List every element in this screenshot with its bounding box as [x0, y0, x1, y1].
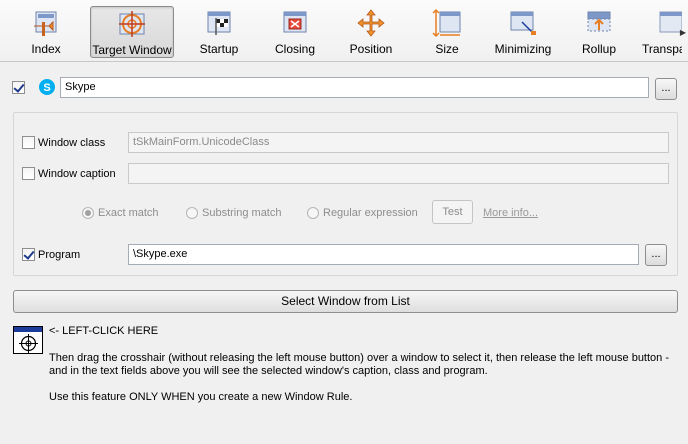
rule-enabled-checkbox[interactable]	[12, 81, 25, 94]
window-finder-tool[interactable]	[13, 326, 43, 354]
program-input[interactable]: \Skype.exe	[128, 244, 639, 265]
size-icon	[432, 8, 461, 38]
toolbar-rollup-button[interactable]: Rollup	[578, 6, 620, 58]
window-caption-label: Window caption	[38, 168, 116, 180]
window-class-input[interactable]: tSkMainForm.UnicodeClass	[128, 132, 669, 153]
window-class-label: Window class	[38, 137, 106, 149]
select-window-from-list-button[interactable]: Select Window from List	[13, 290, 678, 313]
toolbar-startup-button[interactable]: Startup	[196, 6, 242, 58]
toolbar-position-button[interactable]: Position	[348, 6, 394, 58]
toolbar-closing-button[interactable]: Closing	[272, 6, 318, 58]
toolbar-closing-label: Closing	[274, 42, 316, 56]
left-click-here-label: <- LEFT-CLICK HERE	[49, 325, 159, 337]
toolbar-size-button[interactable]: Size	[428, 6, 466, 58]
toolbar-transparency-button[interactable]: Transpa	[642, 6, 682, 58]
window-caption-input[interactable]	[128, 163, 669, 184]
program-browse-button[interactable]: ...	[645, 244, 667, 266]
skype-icon: S	[39, 79, 55, 95]
toolbar-rollup-label: Rollup	[581, 42, 617, 56]
toolbar-minimizing-label: Minimizing	[494, 42, 552, 56]
window-class-checkbox[interactable]	[22, 136, 35, 149]
window-caption-checkbox[interactable]	[22, 167, 35, 180]
minimizing-icon	[510, 11, 536, 35]
toolbar-minimizing-button[interactable]: Minimizing	[494, 6, 552, 58]
more-info-link[interactable]: More info...	[483, 207, 538, 219]
closing-icon	[283, 11, 307, 33]
startup-flag-icon	[207, 11, 231, 35]
toolbar-size-label: Size	[435, 42, 459, 56]
test-button[interactable]: Test	[432, 200, 473, 224]
regular-expression-radio[interactable]	[307, 207, 319, 219]
program-label: Program	[38, 249, 81, 261]
crosshair-icon	[119, 11, 145, 37]
toolbar-startup-label: Startup	[199, 42, 239, 56]
toolbar-target-window-label: Target Window	[92, 43, 172, 57]
finder-instructions-text: Then drag the crosshair (without releasi…	[49, 352, 670, 377]
toolbar-scroll-right-icon[interactable]: ▶	[680, 28, 686, 37]
toolbar-target-window-button[interactable]: Target Window	[90, 6, 174, 58]
index-icon	[34, 11, 57, 36]
rule-browse-button[interactable]: ...	[655, 78, 677, 100]
regular-expression-label: Regular expression	[323, 207, 418, 219]
toolbar-index-label: Index	[31, 42, 61, 56]
substring-match-radio[interactable]	[186, 207, 198, 219]
position-arrows-icon	[357, 9, 385, 37]
finder-note-text: Use this feature ONLY WHEN you create a …	[49, 391, 353, 403]
toolbar-position-label: Position	[349, 42, 393, 56]
crosshair-finder-icon	[19, 334, 38, 353]
exact-match-radio[interactable]	[82, 207, 94, 219]
rollup-icon	[587, 11, 611, 32]
transparency-icon	[659, 11, 682, 33]
svg-text:S: S	[43, 82, 50, 94]
substring-match-label: Substring match	[202, 207, 282, 219]
toolbar-index-button[interactable]: Index	[18, 6, 74, 58]
toolbar: Index Target Window Startup Closing Posi…	[0, 0, 688, 62]
exact-match-label: Exact match	[98, 207, 159, 219]
rule-name-input[interactable]: Skype	[60, 77, 649, 98]
toolbar-transparency-label: Transpa	[642, 42, 682, 56]
program-checkbox[interactable]	[22, 248, 35, 261]
